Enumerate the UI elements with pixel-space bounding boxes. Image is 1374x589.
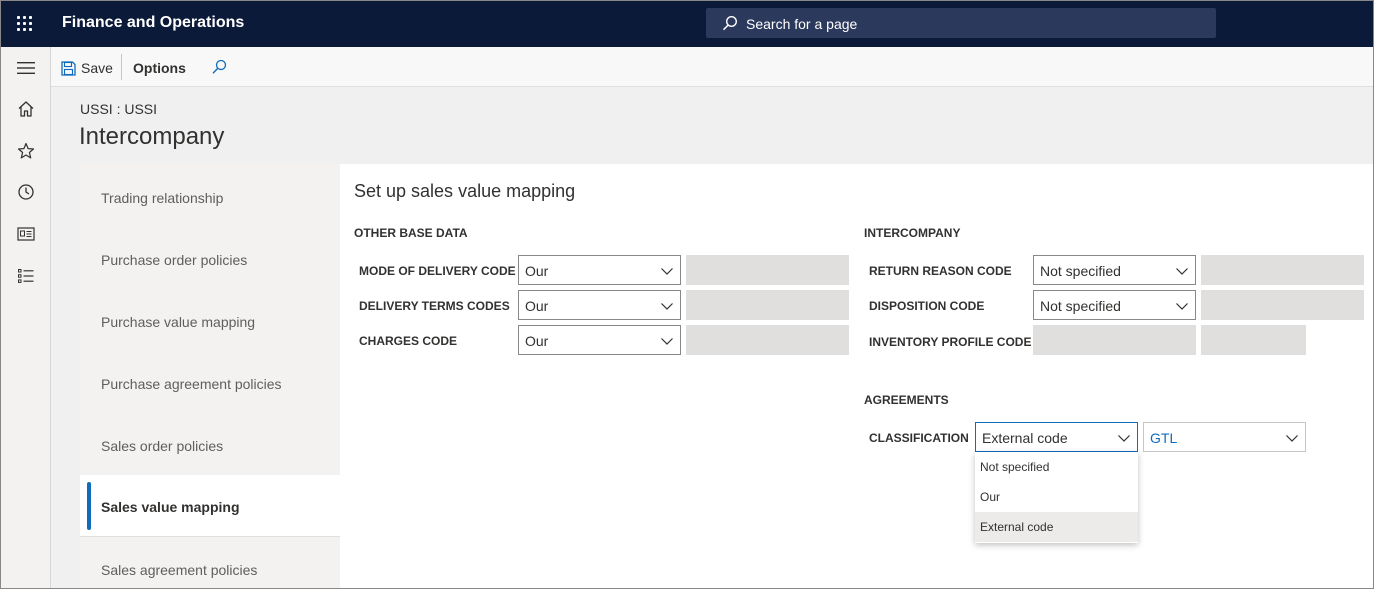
mode-of-delivery-external-field — [686, 255, 849, 285]
select-value: Our — [525, 333, 549, 349]
mode-of-delivery-label: MODE OF DELIVERY CODE — [359, 264, 516, 278]
tab-trading-relationship[interactable]: Trading relationship — [80, 166, 340, 228]
return-reason-label: RETURN REASON CODE — [869, 264, 1012, 278]
select-value: Our — [525, 298, 549, 314]
select-value: Not specified — [1040, 298, 1121, 314]
tab-sales-value-mapping[interactable]: Sales value mapping — [80, 475, 340, 537]
chevron-down-icon — [1286, 435, 1298, 442]
nav-rail — [1, 47, 51, 588]
select-value: Our — [525, 263, 549, 279]
inventory-profile-field — [1033, 325, 1196, 355]
chevron-down-icon — [661, 268, 673, 275]
clock-icon[interactable] — [14, 180, 38, 204]
inventory-profile-external-field — [1201, 325, 1306, 355]
return-reason-external-field — [1201, 255, 1364, 285]
inventory-profile-label: INVENTORY PROFILE CODE — [869, 335, 1032, 349]
delivery-terms-label: DELIVERY TERMS CODES — [359, 299, 510, 313]
tab-label: Sales agreement policies — [101, 562, 258, 578]
star-icon[interactable] — [14, 139, 38, 163]
action-separator — [121, 54, 122, 80]
save-label: Save — [81, 60, 113, 76]
tab-label: Sales order policies — [101, 438, 224, 454]
search-placeholder: Search for a page — [746, 16, 858, 32]
save-button[interactable]: Save — [61, 58, 113, 78]
chevron-down-icon — [1118, 435, 1130, 442]
return-reason-select[interactable]: Not specified — [1033, 255, 1196, 285]
dropdown-option-not-specified[interactable]: Not specified — [975, 452, 1138, 482]
chevron-down-icon — [661, 338, 673, 345]
delivery-terms-select[interactable]: Our — [518, 290, 681, 320]
tab-label: Trading relationship — [101, 190, 224, 206]
search-input[interactable]: Search for a page — [706, 8, 1216, 38]
dropdown-option-our[interactable]: Our — [975, 482, 1138, 512]
active-tab-indicator — [87, 482, 91, 530]
home-icon[interactable] — [14, 97, 38, 121]
disposition-code-select[interactable]: Not specified — [1033, 290, 1196, 320]
save-icon — [61, 60, 76, 76]
tab-label: Sales value mapping — [101, 499, 240, 515]
classification-select[interactable]: External code — [975, 422, 1138, 452]
group-header-other-base-data: OTHER BASE DATA — [354, 226, 468, 240]
tab-purchase-agreement-policies[interactable]: Purchase agreement policies — [80, 352, 340, 414]
action-pane: Save Options — [51, 47, 1373, 87]
charges-code-label: CHARGES CODE — [359, 334, 458, 348]
dropdown-option-external-code[interactable]: External code — [975, 512, 1138, 542]
chevron-down-icon — [1176, 268, 1188, 275]
hamburger-icon[interactable] — [14, 56, 38, 80]
section-title: Set up sales value mapping — [354, 181, 576, 201]
select-value: External code — [982, 430, 1068, 446]
select-value: Not specified — [1040, 263, 1121, 279]
charges-code-select[interactable]: Our — [518, 325, 681, 355]
app-title: Finance and Operations — [62, 14, 245, 31]
find-icon[interactable] — [211, 59, 227, 75]
mode-of-delivery-select[interactable]: Our — [518, 255, 681, 285]
classification-dropdown-list: Not specified Our External code — [975, 452, 1138, 543]
top-nav-bar: Finance and Operations Search for a page — [1, 1, 1373, 47]
search-icon — [722, 15, 738, 31]
delivery-terms-external-field — [686, 290, 849, 320]
disposition-code-external-field — [1201, 290, 1364, 320]
app-launcher-icon[interactable] — [13, 12, 37, 36]
workspace-icon[interactable] — [14, 222, 38, 246]
disposition-code-label: DISPOSITION CODE — [869, 299, 985, 313]
app-window: Finance and Operations Search for a page — [0, 0, 1374, 589]
tab-purchase-value-mapping[interactable]: Purchase value mapping — [80, 290, 340, 352]
list-icon[interactable] — [14, 264, 38, 288]
option-label: Not specified — [980, 460, 1050, 474]
group-header-agreements: AGREEMENTS — [864, 393, 949, 407]
tab-content-panel: Set up sales value mapping OTHER BASE DA… — [340, 164, 1373, 588]
tab-purchase-order-policies[interactable]: Purchase order policies — [80, 228, 340, 290]
chevron-down-icon — [661, 303, 673, 310]
tab-label: Purchase agreement policies — [101, 376, 282, 392]
options-button[interactable]: Options — [133, 60, 186, 76]
option-label: Our — [980, 490, 1001, 504]
page-title: Intercompany — [79, 123, 225, 150]
tab-label: Purchase order policies — [101, 252, 248, 268]
tab-sales-order-policies[interactable]: Sales order policies — [80, 414, 340, 476]
option-label: External code — [980, 520, 1054, 534]
classification-code-select[interactable]: GTL — [1143, 422, 1306, 452]
group-header-intercompany: INTERCOMPANY — [864, 226, 961, 240]
tab-sales-agreement-policies[interactable]: Sales agreement policies — [80, 538, 340, 588]
select-value: GTL — [1150, 430, 1178, 446]
vertical-tab-list: Trading relationship Purchase order poli… — [80, 164, 340, 588]
tab-label: Purchase value mapping — [101, 314, 256, 330]
chevron-down-icon — [1176, 303, 1188, 310]
breadcrumb: USSI : USSI — [80, 101, 158, 117]
charges-code-external-field — [686, 325, 849, 355]
classification-label: CLASSIFICATION — [869, 431, 969, 445]
